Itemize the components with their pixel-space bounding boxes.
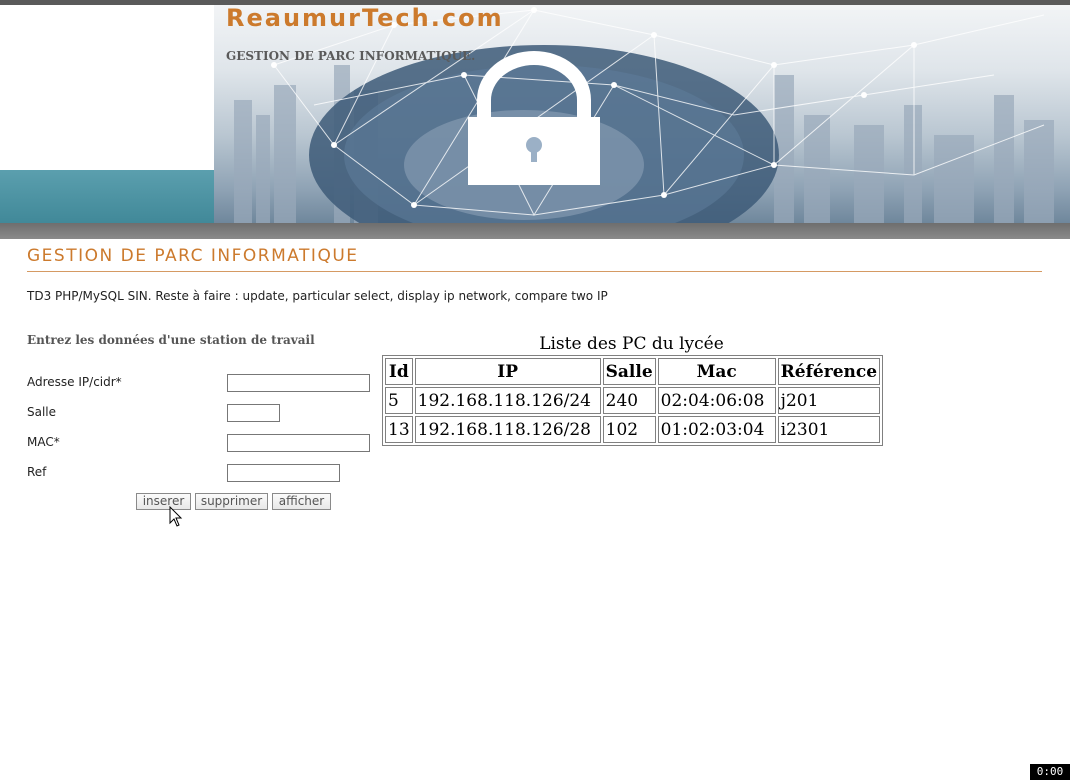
ref-input[interactable] [227, 464, 340, 482]
recorder-timer: 0:00 [1030, 764, 1070, 780]
cell-ip: 192.168.118.126/28 [414, 416, 601, 443]
header-banner-image [214, 5, 1070, 223]
header-teal-band [0, 170, 214, 223]
cell-reference: j201 [777, 387, 881, 414]
form-title: Entrez les données d'une station de trav… [27, 333, 315, 347]
pc-table: Id IP Salle Mac Référence 5 192.168.118.… [382, 355, 884, 446]
page-title: GESTION DE PARC INFORMATIQUE [27, 246, 359, 266]
col-header-salle: Salle [602, 358, 656, 385]
cell-mac: 02:04:06:08 [657, 387, 776, 414]
ip-label: Adresse IP/cidr* [27, 375, 122, 389]
salle-input[interactable] [227, 404, 280, 422]
mac-input[interactable] [227, 434, 370, 452]
mac-label: MAC* [27, 435, 60, 449]
col-header-mac: Mac [657, 358, 776, 385]
cell-id: 5 [385, 387, 413, 414]
col-header-ip: IP [414, 358, 601, 385]
cell-salle: 102 [602, 416, 656, 443]
col-header-id: Id [385, 358, 413, 385]
site-header [0, 5, 1070, 223]
table-row: 13 192.168.118.126/28 102 01:02:03:04 i2… [385, 416, 881, 443]
display-button[interactable]: afficher [272, 493, 331, 510]
table-caption: Liste des PC du lycée [539, 334, 724, 354]
table-header-row: Id IP Salle Mac Référence [385, 358, 881, 385]
ref-label: Ref [27, 465, 47, 479]
salle-label: Salle [27, 405, 57, 419]
cell-reference: i2301 [777, 416, 881, 443]
table-row: 5 192.168.118.126/24 240 02:04:06:08 j20… [385, 387, 881, 414]
title-rule [27, 271, 1042, 272]
col-header-reference: Référence [777, 358, 881, 385]
banner-city-network-graphic [234, 7, 1054, 223]
cell-mac: 01:02:03:04 [657, 416, 776, 443]
site-title[interactable]: ReaumurTech.com [226, 4, 504, 32]
site-subtitle: GESTION DE PARC INFORMATIQUE. [226, 49, 476, 63]
cell-salle: 240 [602, 387, 656, 414]
header-divider-bar [0, 223, 1070, 239]
delete-button[interactable]: supprimer [195, 493, 268, 510]
mouse-cursor-icon [169, 506, 183, 527]
cell-id: 13 [385, 416, 413, 443]
ip-input[interactable] [227, 374, 370, 392]
cell-ip: 192.168.118.126/24 [414, 387, 601, 414]
page-description: TD3 PHP/MySQL SIN. Reste à faire : updat… [27, 289, 608, 303]
